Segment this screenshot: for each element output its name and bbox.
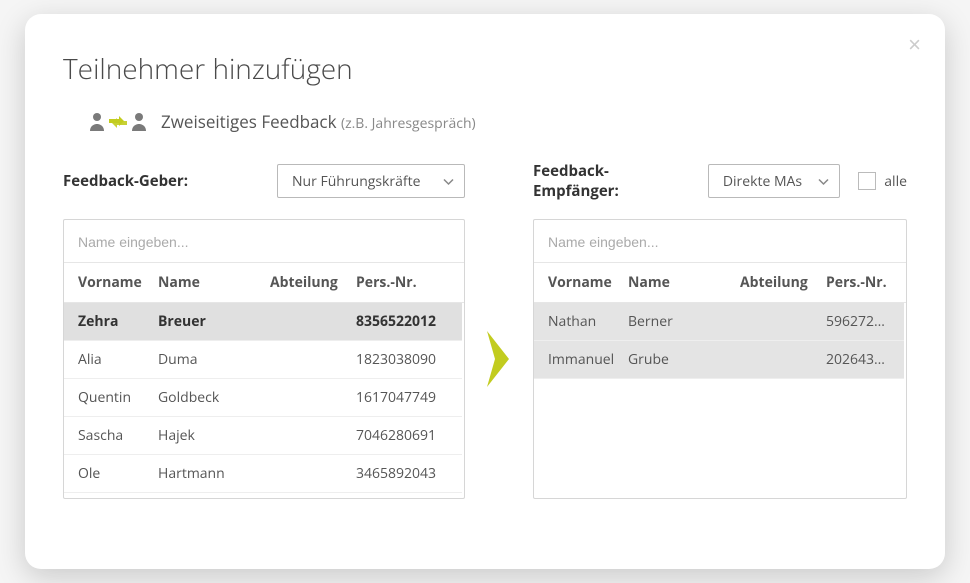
- table-row[interactable]: AliaDuma 1823038090: [64, 341, 462, 379]
- cell-abteilung: [270, 312, 356, 331]
- table-row[interactable]: SaschaHajek 7046280691: [64, 417, 462, 455]
- subtitle-main: Zweiseitiges Feedback: [161, 110, 337, 133]
- cell-name: Hajek: [158, 426, 270, 445]
- cell-vorname: Quentin: [78, 388, 158, 407]
- table-row[interactable]: ZehraBreuer 8356522012: [64, 303, 462, 341]
- cell-abteilung: [740, 350, 826, 369]
- two-way-feedback-icon: [89, 111, 147, 133]
- cell-persnr: 2026437233: [826, 350, 890, 369]
- chevron-down-icon: [443, 172, 454, 191]
- cell-persnr: 1617047749: [356, 388, 448, 407]
- cell-abteilung: [270, 426, 356, 445]
- col-name: Name: [158, 273, 270, 292]
- feedback-giver-dropdown[interactable]: Nur Führungskräfte: [277, 164, 465, 198]
- cell-name: Breuer: [158, 312, 270, 331]
- subtitle-paren: (z.B. Jahresgespräch): [341, 114, 476, 133]
- feedback-receiver-dropdown[interactable]: Direkte MAs: [708, 164, 840, 198]
- transfer-arrow: [485, 219, 513, 499]
- giver-table-body[interactable]: ZehraBreuer 8356522012 AliaDuma 1823038090 Q…: [64, 303, 464, 498]
- cell-vorname: Alia: [78, 350, 158, 369]
- cell-vorname: Zehra: [78, 312, 158, 331]
- cell-vorname: Sascha: [78, 426, 158, 445]
- dropdown-value: Direkte MAs: [723, 172, 802, 191]
- table-row[interactable]: ImmanuelGrube 2026437233: [534, 341, 904, 379]
- receiver-search-input[interactable]: [548, 234, 892, 250]
- cell-vorname: Nathan: [548, 312, 628, 331]
- cell-vorname: Ole: [78, 464, 158, 483]
- col-abteilung: Abteilung: [270, 273, 356, 292]
- col-persnr: Pers.-Nr.: [356, 273, 450, 292]
- table-row[interactable]: QuentinGoldbeck 1617047749: [64, 379, 462, 417]
- cell-abteilung: [270, 350, 356, 369]
- all-label: alle: [884, 172, 907, 191]
- cell-persnr: 7046280691: [356, 426, 448, 445]
- chevron-down-icon: [818, 172, 829, 191]
- feedback-type-label: Zweiseitiges Feedback (z.B. Jahresgesprä…: [161, 110, 476, 133]
- cell-persnr: 3465892043: [356, 464, 448, 483]
- receiver-table-header: Vorname Name Abteilung Pers.-Nr.: [534, 263, 906, 303]
- cell-vorname: Immanuel: [548, 350, 628, 369]
- cell-abteilung: [740, 312, 826, 331]
- filter-row: Feedback-Geber: Nur Führungskräfte Feedb…: [63, 161, 907, 201]
- cell-abteilung: [270, 464, 356, 483]
- feedback-receiver-label: Feedback-Empfänger:: [533, 161, 690, 201]
- col-vorname: Vorname: [548, 273, 628, 292]
- giver-table-header: Vorname Name Abteilung Pers.-Nr.: [64, 263, 464, 303]
- feedback-giver-panel: Vorname Name Abteilung Pers.-Nr. ZehraBr…: [63, 219, 465, 499]
- cell-name: Berner: [628, 312, 740, 331]
- receiver-table-body[interactable]: NathanBerner 5962724194 ImmanuelGrube 20264…: [534, 303, 906, 498]
- feedback-type-row: Zweiseitiges Feedback (z.B. Jahresgesprä…: [89, 110, 907, 133]
- cell-name: Grube: [628, 350, 740, 369]
- cell-persnr: 1823038090: [356, 350, 448, 369]
- feedback-receiver-panel: Vorname Name Abteilung Pers.-Nr. NathanB…: [533, 219, 907, 499]
- cell-name: Duma: [158, 350, 270, 369]
- cell-persnr: 8356522012: [356, 312, 448, 331]
- table-row[interactable]: OleHartmann 3465892043: [64, 455, 462, 493]
- cell-name: Goldbeck: [158, 388, 270, 407]
- col-abteilung: Abteilung: [740, 273, 826, 292]
- col-vorname: Vorname: [78, 273, 158, 292]
- table-row[interactable]: NathanBerner 5962724194: [534, 303, 904, 341]
- all-toggle: alle: [858, 172, 907, 191]
- cell-persnr: 5962724194: [826, 312, 890, 331]
- all-checkbox[interactable]: [858, 172, 876, 190]
- cell-abteilung: [270, 388, 356, 407]
- dropdown-value: Nur Führungskräfte: [292, 172, 420, 191]
- col-persnr: Pers.-Nr.: [826, 273, 892, 292]
- cell-name: Hartmann: [158, 464, 270, 483]
- close-button[interactable]: ×: [908, 34, 921, 56]
- giver-search-input[interactable]: [78, 234, 450, 250]
- add-participants-modal: × Teilnehmer hinzufügen Zweiseitiges Fee…: [25, 14, 945, 569]
- arrow-right-icon: [485, 329, 513, 389]
- modal-title: Teilnehmer hinzufügen: [63, 50, 907, 88]
- feedback-giver-label: Feedback-Geber:: [63, 171, 188, 191]
- col-name: Name: [628, 273, 740, 292]
